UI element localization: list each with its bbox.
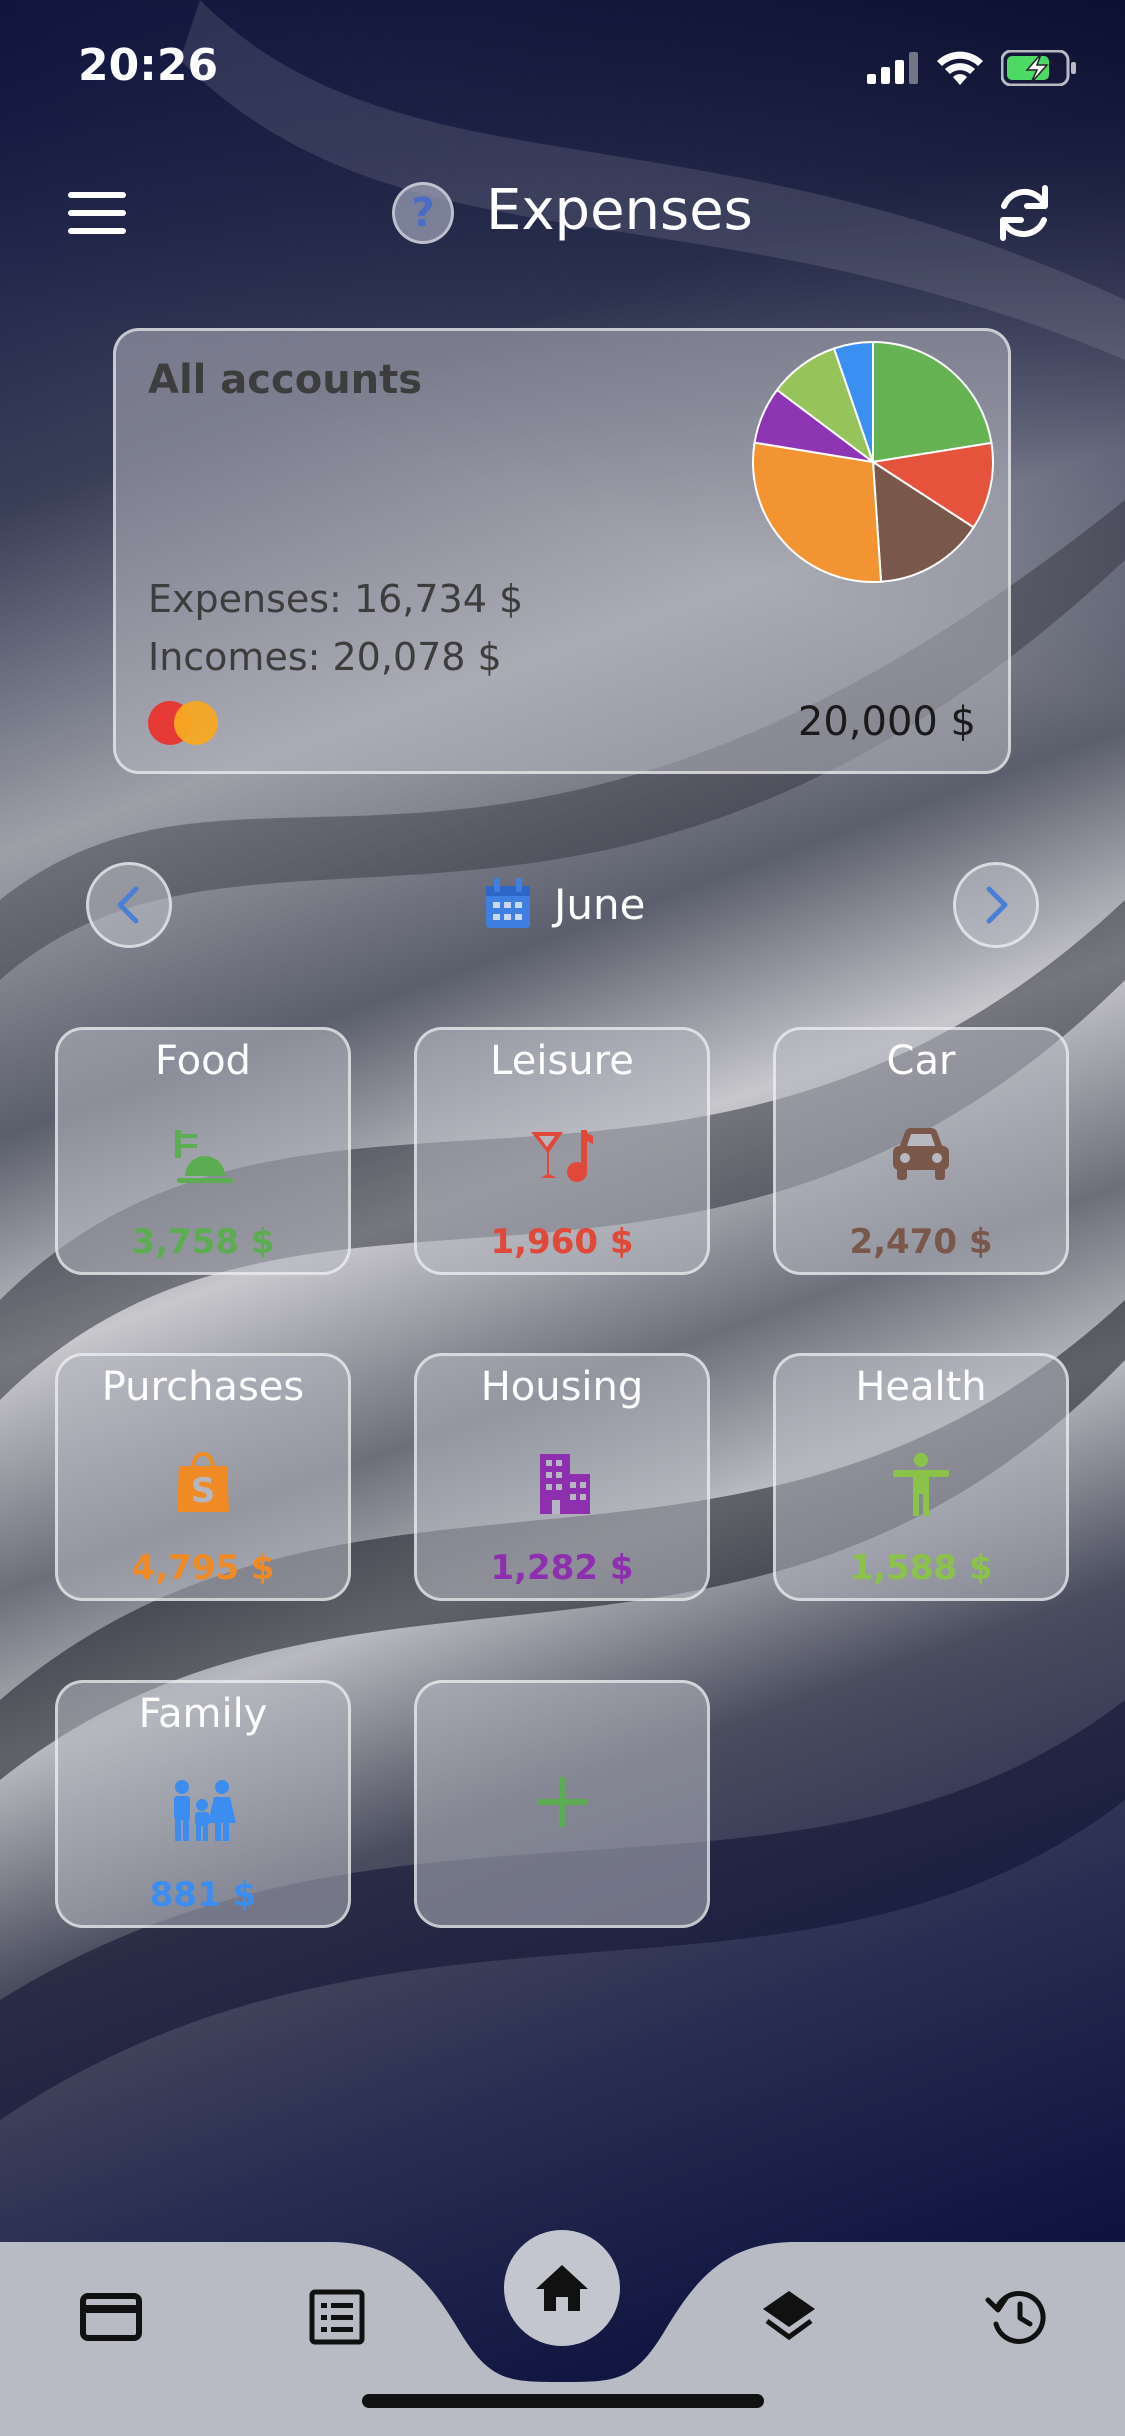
category-tile-food[interactable]: Food 3,758 $ [55, 1027, 351, 1275]
category-amount: 2,470 $ [849, 1222, 993, 1262]
tab-home[interactable] [504, 2230, 620, 2346]
cocktail-music-icon [531, 1130, 593, 1182]
add-category-tile[interactable] [414, 1680, 710, 1928]
month-selector: June [0, 862, 1125, 952]
category-tile-purchases[interactable]: Purchases S 4,795 $ [55, 1353, 351, 1601]
account-card[interactable]: All accounts Expenses: 16,734 $ Incomes:… [113, 328, 1011, 774]
account-incomes: Incomes: 20,078 $ [148, 635, 502, 679]
category-tile-car[interactable]: Car 2,470 $ [773, 1027, 1069, 1275]
category-tile-health[interactable]: Health 1,588 $ [773, 1353, 1069, 1601]
account-expenses: Expenses: 16,734 $ [148, 577, 524, 621]
tab-history[interactable] [980, 2282, 1050, 2352]
plus-icon [537, 1777, 587, 1827]
wifi-icon [937, 51, 983, 85]
chevron-right-icon [986, 886, 1008, 924]
category-name: Health [855, 1364, 987, 1410]
tab-transactions[interactable] [302, 2282, 372, 2352]
month-label[interactable]: June [554, 880, 645, 929]
category-name: Food [155, 1038, 251, 1084]
status-bar: 20:26 [0, 40, 1125, 100]
category-amount: 1,960 $ [490, 1222, 634, 1262]
person-icon [893, 1453, 949, 1516]
history-icon [985, 2291, 1046, 2344]
refresh-icon[interactable] [991, 180, 1057, 246]
card-icon [80, 2293, 142, 2341]
category-tile-family[interactable]: Family 881 $ [55, 1680, 351, 1928]
category-amount: 4,795 $ [131, 1548, 275, 1588]
battery-icon [1001, 50, 1076, 86]
category-name: Purchases [101, 1364, 305, 1410]
car-icon [893, 1128, 949, 1180]
app-header: ? Expenses [0, 170, 1125, 260]
account-balance: 20,000 $ [797, 699, 976, 745]
account-name: All accounts [148, 357, 423, 403]
signal-icon [867, 52, 918, 84]
chevron-left-icon [117, 886, 139, 924]
mastercard-icon [148, 701, 218, 745]
family-icon [174, 1780, 236, 1841]
category-amount: 1,588 $ [849, 1548, 993, 1588]
help-button[interactable]: ? [392, 182, 454, 244]
building-icon [540, 1454, 590, 1514]
tab-categories[interactable] [754, 2282, 824, 2352]
category-amount: 3,758 $ [131, 1222, 275, 1262]
expenses-pie-chart [752, 340, 994, 583]
food-icon [175, 1130, 233, 1183]
category-tile-leisure[interactable]: Leisure 1,960 $ [414, 1027, 710, 1275]
category-name: Car [886, 1038, 956, 1084]
shopping-bag-icon: S [177, 1452, 229, 1512]
category-name: Housing [480, 1364, 644, 1410]
status-time: 20:26 [78, 40, 219, 91]
category-name: Leisure [490, 1038, 634, 1084]
previous-month-button[interactable] [86, 862, 172, 948]
calendar-icon [486, 878, 530, 928]
menu-icon[interactable] [68, 192, 126, 238]
next-month-button[interactable] [953, 862, 1039, 948]
tab-accounts[interactable] [76, 2282, 146, 2352]
pie-slice [752, 441, 883, 583]
category-amount: 1,282 $ [490, 1548, 634, 1588]
home-indicator [362, 2394, 764, 2408]
category-tile-housing[interactable]: Housing 1,282 $ [414, 1353, 710, 1601]
layers-icon [763, 2291, 815, 2341]
category-amount: 881 $ [149, 1875, 257, 1915]
svg-text:S: S [191, 1471, 216, 1511]
category-name: Family [138, 1691, 268, 1737]
pie-slice [872, 340, 993, 464]
page-title: Expenses [486, 178, 753, 243]
home-icon [536, 2265, 588, 2311]
list-icon [309, 2289, 365, 2345]
